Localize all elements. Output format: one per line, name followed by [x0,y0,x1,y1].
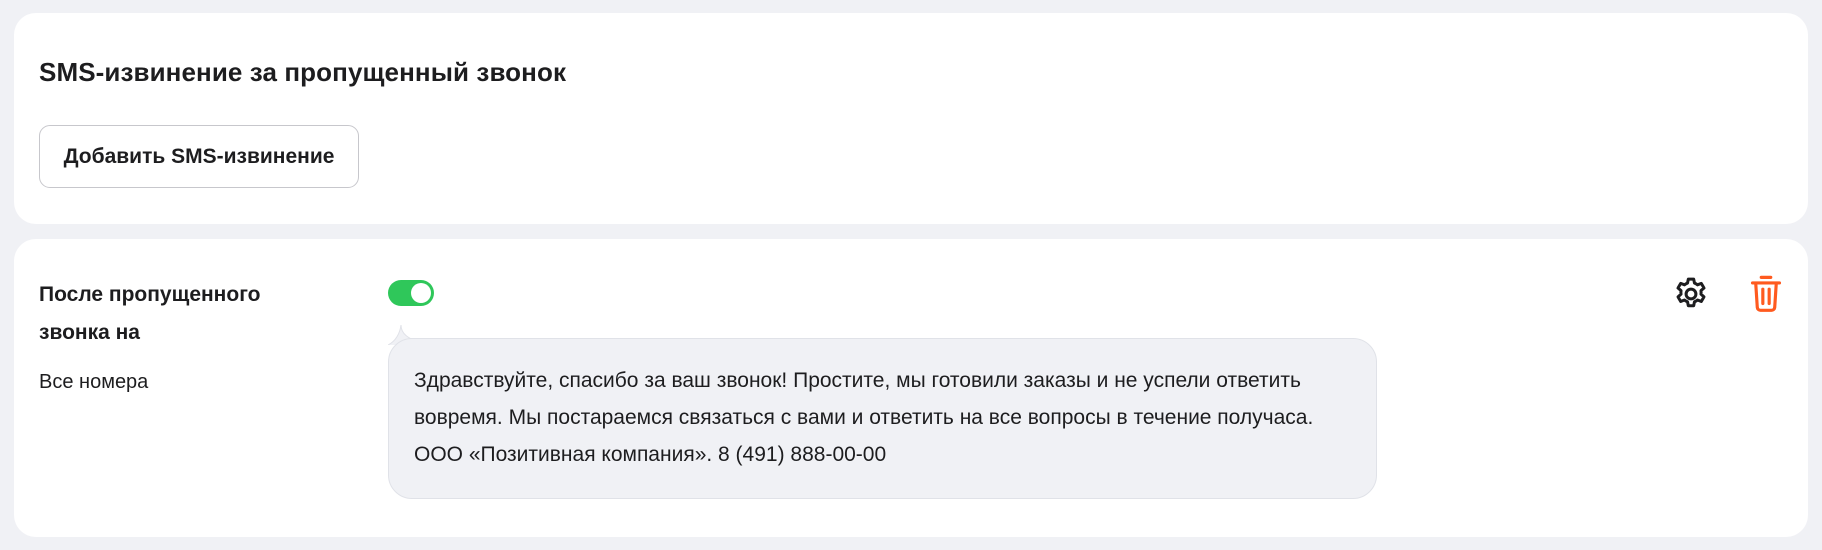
add-sms-apology-button[interactable]: Добавить SMS-извинение [39,125,359,188]
sms-apology-rule-card: После пропущенного звонка на Все номера … [14,239,1808,537]
sms-apology-section: SMS-извинение за пропущенный звонок Доба… [14,13,1808,224]
rule-enabled-toggle[interactable] [388,280,434,306]
trash-icon[interactable] [1750,275,1782,313]
rule-title: После пропущенного звонка на [39,283,261,344]
page-title: SMS-извинение за пропущенный звонок [39,57,567,87]
toggle-knob [411,283,431,303]
sms-message-preview: Здравствуйте, спасибо за ваш звонок! Про… [388,338,1377,499]
rule-numbers-label: Все номера [39,371,149,393]
gear-icon[interactable] [1672,275,1710,313]
